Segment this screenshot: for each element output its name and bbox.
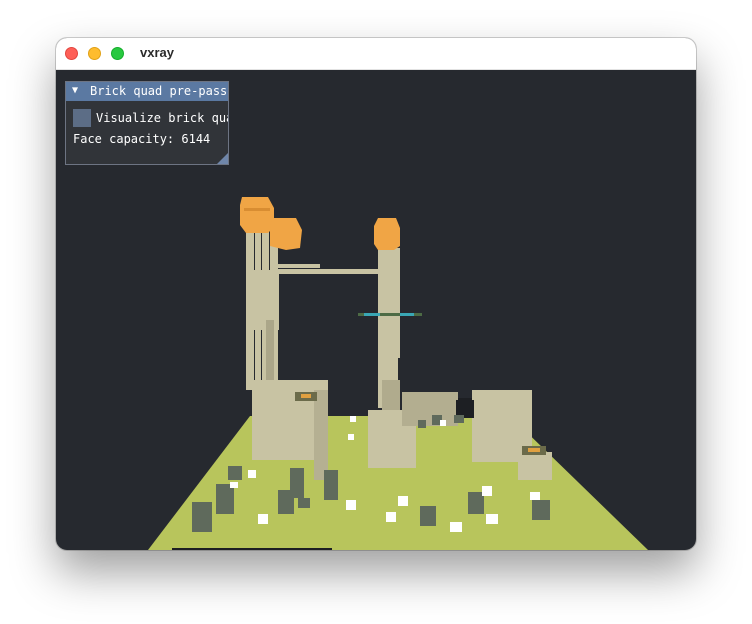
chest-right (522, 446, 546, 455)
ground-edge (172, 548, 332, 550)
maximize-button[interactable] (111, 47, 124, 60)
panel-title: Brick quad pre-pass (90, 84, 228, 98)
resize-grip[interactable] (217, 153, 228, 164)
chest-left (295, 392, 317, 401)
face-capacity-text: Face capacity: 6144 (73, 132, 211, 146)
tower-accent (358, 313, 422, 316)
title-bar: vxray (56, 38, 696, 70)
app-window: vxray ▼ Brick quad pre-pass Visualize br… (56, 38, 696, 550)
right-canopy (374, 218, 400, 250)
window-title: vxray (140, 45, 174, 60)
collapse-arrow-icon[interactable]: ▼ (72, 85, 78, 97)
visualize-checkbox[interactable] (73, 109, 91, 127)
render-viewport[interactable]: ▼ Brick quad pre-pass Visualize brick qu… (56, 70, 696, 550)
visualize-checkbox-label[interactable]: Visualize brick quads (96, 111, 228, 126)
panel-header[interactable]: ▼ Brick quad pre-pass (66, 82, 228, 101)
left-tower (246, 220, 328, 480)
bridge-beam (278, 264, 380, 274)
brick-quad-panel[interactable]: ▼ Brick quad pre-pass Visualize brick qu… (65, 81, 229, 165)
right-tower (368, 248, 416, 468)
minimize-button[interactable] (88, 47, 101, 60)
close-button[interactable] (65, 47, 78, 60)
